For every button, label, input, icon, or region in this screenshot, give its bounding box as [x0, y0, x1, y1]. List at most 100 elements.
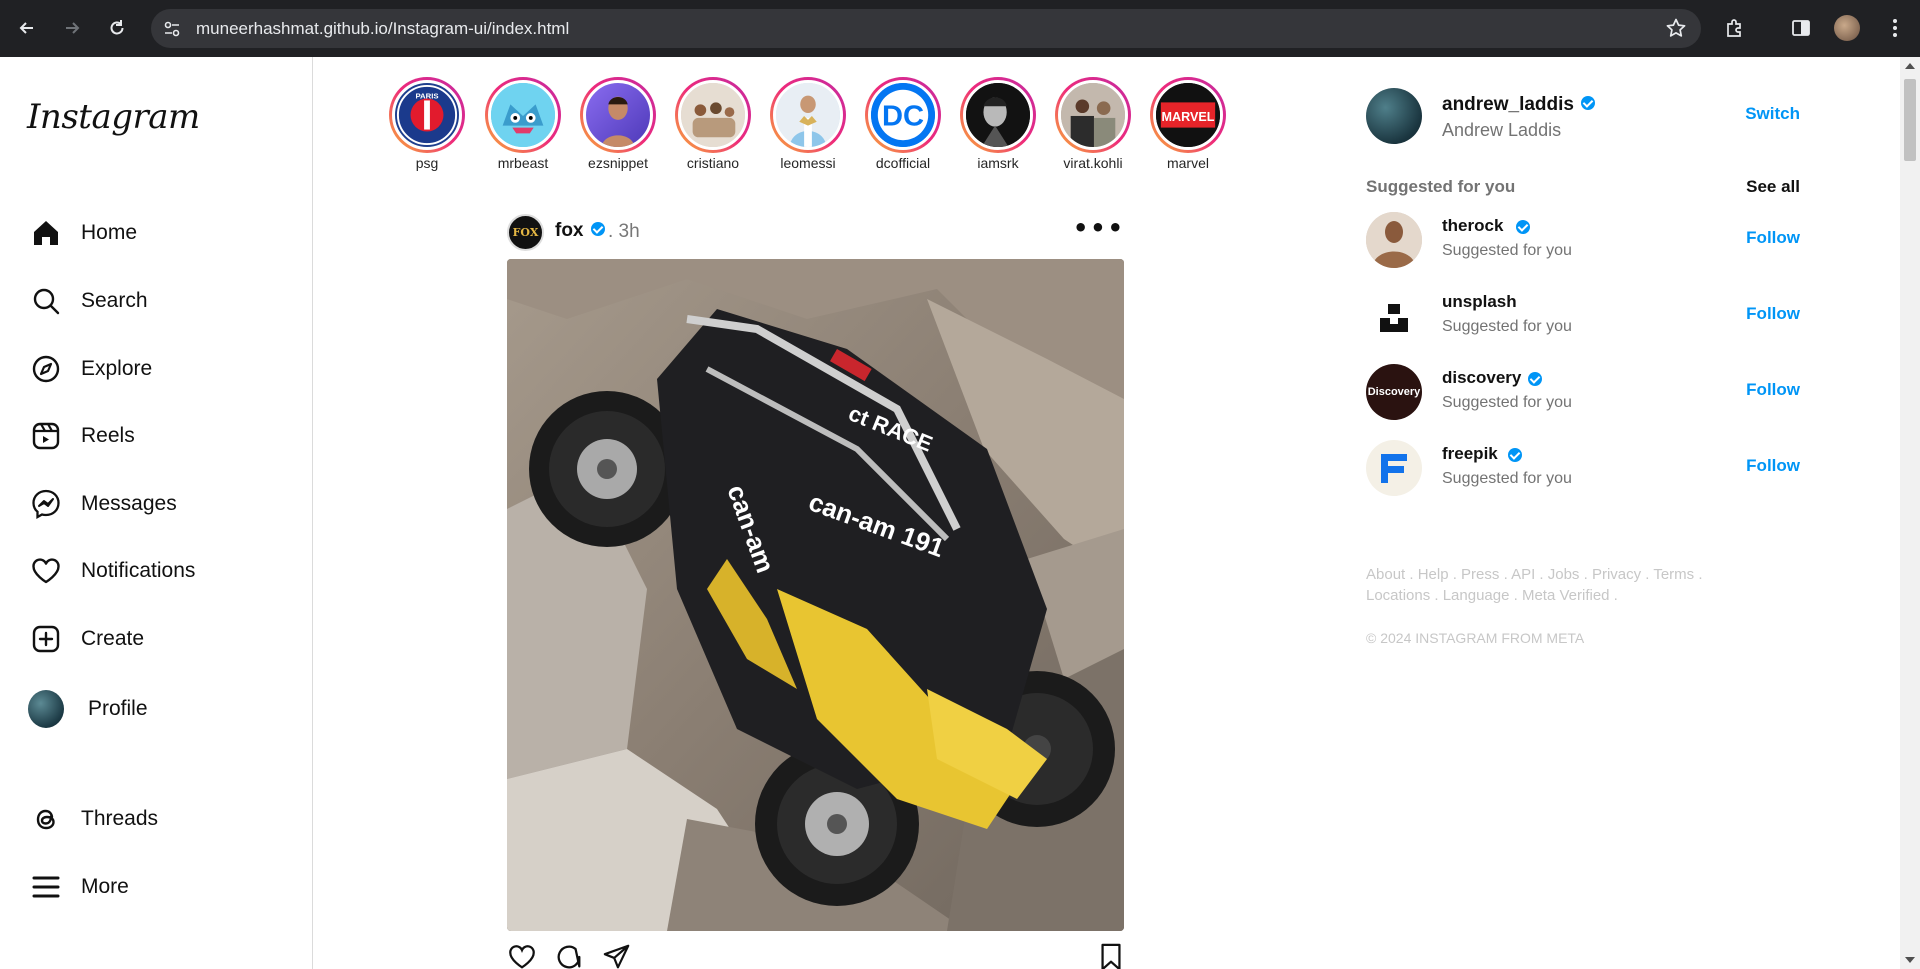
sidebar-item-label: Create	[81, 627, 145, 650]
back-button[interactable]	[13, 14, 41, 42]
messenger-icon	[28, 486, 64, 522]
story-item[interactable]: mrbeast	[483, 77, 563, 171]
story-avatar	[488, 80, 558, 150]
sidebar-item-threads[interactable]: Threads	[28, 797, 158, 841]
suggestion-avatar[interactable]: Discovery	[1366, 364, 1422, 420]
menu-icon	[28, 869, 64, 905]
like-heart-icon[interactable]	[507, 942, 537, 969]
suggestion-row: freepik Suggested for you Follow	[1366, 440, 1800, 498]
story-avatar	[773, 80, 843, 150]
verified-badge-icon	[1508, 448, 1522, 462]
scroll-up-arrow-icon[interactable]	[1905, 63, 1915, 69]
story-item[interactable]: PARIS psg	[387, 77, 467, 171]
suggestion-row: Discovery discovery Suggested for you Fo…	[1366, 364, 1800, 422]
forward-button[interactable]	[58, 14, 86, 42]
share-send-icon[interactable]	[602, 942, 632, 969]
reload-icon	[110, 20, 124, 35]
sidebar-item-profile[interactable]: Profile	[28, 687, 148, 731]
follow-button[interactable]: Follow	[1746, 304, 1800, 324]
story-item[interactable]: MARVEL marvel	[1148, 77, 1228, 171]
suggestion-username[interactable]: therock	[1442, 216, 1503, 236]
instagram-page: Instagram Home Search Explore Reels Mess…	[0, 57, 1920, 969]
profile-avatar	[28, 690, 64, 728]
sidebar-item-explore[interactable]: Explore	[28, 347, 152, 391]
suggestion-subtitle: Suggested for you	[1442, 242, 1572, 259]
story-avatar: DC	[868, 80, 938, 150]
side-panel-button[interactable]	[1786, 13, 1816, 43]
story-item[interactable]: leomessi	[768, 77, 848, 171]
chrome-menu-button[interactable]	[1880, 13, 1910, 43]
footer-links[interactable]: About . Help . Press . API . Jobs . Priv…	[1366, 564, 1726, 606]
suggestion-username[interactable]: discovery	[1442, 368, 1521, 388]
story-avatar	[963, 80, 1033, 150]
arrow-right-icon	[66, 22, 80, 34]
scrollbar-thumb[interactable]	[1904, 79, 1916, 161]
kebab-menu-icon	[1893, 19, 1897, 37]
story-item[interactable]: virat.kohli	[1053, 77, 1133, 171]
dc-logo-text: DC	[882, 101, 924, 133]
current-profile-avatar[interactable]	[1366, 88, 1422, 144]
address-bar[interactable]: muneerhashmat.github.io/Instagram-ui/ind…	[151, 9, 1701, 48]
sidebar-item-label: Home	[81, 221, 138, 244]
footer-links-line[interactable]: About . Help . Press . API . Jobs . Priv…	[1366, 564, 1726, 585]
suggestion-avatar[interactable]	[1366, 440, 1422, 496]
post-image[interactable]: can-am 191 can-am ct RACE	[507, 259, 1124, 931]
current-username[interactable]: andrew_laddis	[1442, 94, 1595, 116]
story-name: psg	[415, 155, 439, 171]
bookmark-save-icon[interactable]	[1098, 942, 1124, 969]
story-item[interactable]: cristiano	[673, 77, 753, 171]
suggestion-subtitle: Suggested for you	[1442, 318, 1572, 335]
arrow-left-icon	[19, 22, 33, 34]
story-avatar: PARIS	[392, 80, 462, 150]
bookmark-star-icon[interactable]	[1665, 17, 1687, 43]
footer-links-line[interactable]: Locations . Language . Meta Verified .	[1366, 585, 1726, 606]
sidebar-item-label: Reels	[81, 424, 135, 447]
switch-account-button[interactable]: Switch	[1745, 104, 1800, 124]
sidebar-item-create[interactable]: Create	[28, 617, 144, 661]
search-icon	[28, 283, 64, 319]
story-item[interactable]: iamsrk	[958, 77, 1038, 171]
sidebar-item-label: Explore	[81, 357, 153, 380]
follow-button[interactable]: Follow	[1746, 380, 1800, 400]
reload-button[interactable]	[103, 14, 131, 42]
verified-badge-icon	[590, 222, 605, 236]
sidebar-item-label: More	[81, 875, 129, 898]
sidebar-item-messages[interactable]: Messages	[28, 482, 177, 526]
chrome-profile-avatar[interactable]	[1834, 15, 1860, 41]
sidebar-item-reels[interactable]: Reels	[28, 414, 135, 458]
instagram-logo[interactable]: Instagram	[27, 97, 200, 137]
extensions-button[interactable]	[1720, 13, 1750, 43]
story-item[interactable]: ezsnippet	[578, 77, 658, 171]
scroll-down-arrow-icon[interactable]	[1905, 957, 1915, 963]
copyright: © 2024 INSTAGRAM FROM META	[1366, 630, 1585, 646]
sidebar: Instagram Home Search Explore Reels Mess…	[0, 57, 313, 969]
sidebar-item-notifications[interactable]: Notifications	[28, 549, 195, 593]
story-item[interactable]: DC dcofficial	[863, 77, 943, 171]
verified-badge-icon	[1516, 220, 1530, 234]
sidebar-item-more[interactable]: More	[28, 865, 129, 909]
plus-square-icon	[28, 621, 64, 657]
url-text[interactable]: muneerhashmat.github.io/Instagram-ui/ind…	[196, 19, 569, 39]
puzzle-icon	[1727, 19, 1741, 37]
story-name: iamsrk	[977, 155, 1019, 171]
comment-icon[interactable]	[554, 942, 584, 969]
suggestions-title: Suggested for you	[1366, 177, 1516, 196]
follow-button[interactable]: Follow	[1746, 228, 1800, 248]
suggestion-avatar[interactable]	[1366, 288, 1422, 344]
post-username[interactable]: fox	[555, 220, 605, 242]
sidebar-item-home[interactable]: Home	[28, 211, 137, 255]
see-all-button[interactable]: See all	[1746, 177, 1800, 197]
post-avatar[interactable]: FOX	[507, 214, 544, 251]
discovery-logo: Discovery	[1367, 386, 1421, 398]
suggestion-username[interactable]: unsplash	[1442, 292, 1517, 312]
sidebar-item-search[interactable]: Search	[28, 279, 148, 323]
suggestion-username[interactable]: freepik	[1442, 444, 1498, 464]
follow-button[interactable]: Follow	[1746, 456, 1800, 476]
suggestion-avatar[interactable]	[1366, 212, 1422, 268]
more-options-icon[interactable]: •••	[1073, 214, 1125, 242]
browser-toolbar: muneerhashmat.github.io/Instagram-ui/ind…	[0, 0, 1920, 57]
home-icon	[28, 215, 64, 251]
scrollbar[interactable]	[1900, 57, 1920, 969]
threads-icon	[28, 801, 64, 837]
site-info-icon[interactable]	[160, 17, 184, 41]
